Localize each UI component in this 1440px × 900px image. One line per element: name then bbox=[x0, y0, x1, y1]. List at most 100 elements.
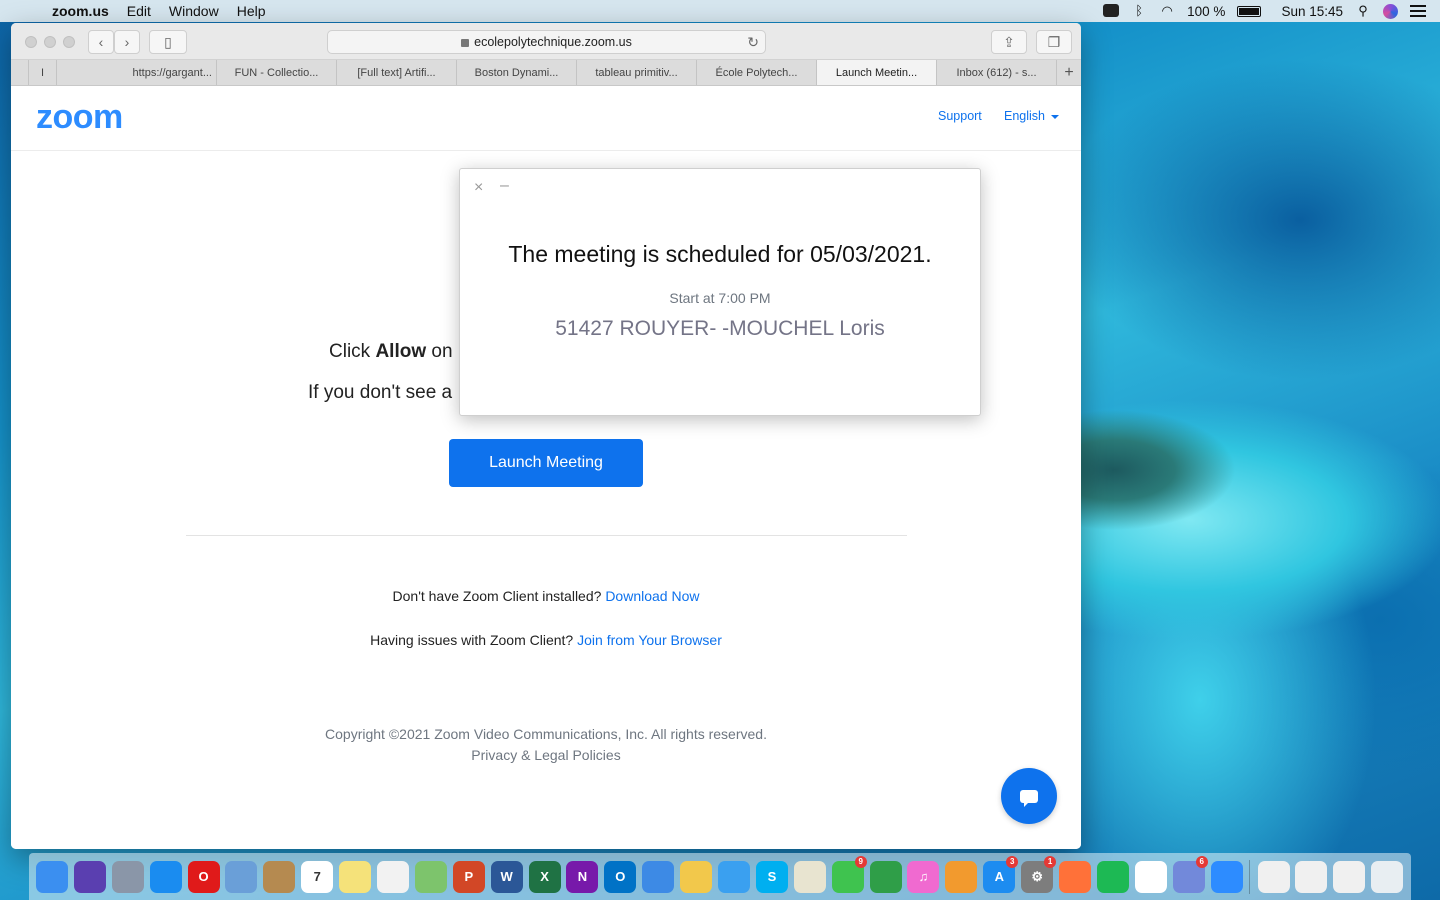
zoom-logo[interactable]: zoom bbox=[36, 98, 123, 137]
lock-icon bbox=[461, 39, 470, 47]
app-menu[interactable]: zoom.us bbox=[52, 3, 109, 19]
tab-fun[interactable]: FUN - Collectio... bbox=[217, 60, 337, 85]
excel-icon[interactable]: X bbox=[528, 860, 561, 893]
safari-icon[interactable] bbox=[149, 860, 182, 893]
join-from-browser-link[interactable]: Join from Your Browser bbox=[577, 632, 722, 648]
screen-record-icon[interactable] bbox=[1103, 4, 1120, 18]
browser-join-prompt: Having issues with Zoom Client? Join fro… bbox=[11, 632, 1081, 648]
tab-full-text[interactable]: [Full text] Artifi... bbox=[337, 60, 457, 85]
close-icon[interactable]: × bbox=[474, 179, 483, 197]
sidebar-icon: ▯ bbox=[164, 33, 172, 50]
tab-gargantua[interactable]: https://gargant... bbox=[57, 60, 217, 85]
zoom-window-button[interactable] bbox=[63, 36, 75, 48]
trash-icon[interactable] bbox=[1371, 860, 1404, 893]
forward-button[interactable]: › bbox=[114, 30, 140, 54]
discord-icon[interactable]: 6 bbox=[1172, 855, 1208, 893]
notification-badge: 3 bbox=[1006, 855, 1019, 868]
page-header: zoom Support English bbox=[11, 86, 1081, 151]
bluetooth-icon[interactable]: ᛒ bbox=[1131, 4, 1147, 18]
reload-icon[interactable]: ↻ bbox=[747, 34, 759, 51]
battery-icon[interactable] bbox=[1237, 5, 1262, 17]
system-preferences-icon[interactable]: ⚙ 1 bbox=[1021, 855, 1057, 893]
firefox-icon[interactable] bbox=[1059, 860, 1092, 893]
opera-icon[interactable]: O bbox=[187, 860, 220, 893]
tab-launch-meeting[interactable]: Launch Meetin... bbox=[817, 60, 937, 85]
tab-overview-button[interactable]: ❐ bbox=[1036, 30, 1072, 54]
siri-icon[interactable] bbox=[73, 860, 106, 893]
tab-pinned[interactable]: I bbox=[29, 60, 57, 85]
share-button[interactable]: ⇪ bbox=[991, 30, 1027, 54]
recent-document-2-icon[interactable] bbox=[1295, 860, 1328, 893]
launchpad-icon[interactable] bbox=[111, 860, 144, 893]
tab-ecole-polytechnique[interactable]: École Polytech... bbox=[697, 60, 817, 85]
support-link[interactable]: Support bbox=[938, 109, 982, 123]
copyright: Copyright ©2021 Zoom Video Communication… bbox=[325, 726, 767, 742]
tab-label: [Full text] Artifi... bbox=[357, 66, 436, 79]
tab-boston-dynamics[interactable]: Boston Dynami... bbox=[457, 60, 577, 85]
allow-text-post: on bbox=[426, 341, 453, 362]
preview-icon[interactable] bbox=[225, 860, 258, 893]
finder-icon[interactable] bbox=[36, 860, 68, 893]
keynote-icon[interactable] bbox=[642, 860, 675, 893]
battery-percent[interactable]: 100 % bbox=[1187, 4, 1225, 19]
itunes-icon[interactable]: ♫ bbox=[907, 860, 940, 893]
siri-menu-icon[interactable] bbox=[1383, 3, 1398, 19]
browser-join-text: Having issues with Zoom Client? bbox=[370, 632, 578, 648]
reminders-icon[interactable] bbox=[377, 860, 410, 893]
clock[interactable]: Sun 15:45 bbox=[1281, 4, 1343, 19]
tab-label: Launch Meetin... bbox=[835, 66, 918, 79]
recent-document-1-icon[interactable] bbox=[1257, 860, 1290, 893]
notification-center-icon[interactable] bbox=[1410, 5, 1426, 17]
download-prompt-text: Don't have Zoom Client installed? bbox=[392, 588, 606, 604]
zoom-icon[interactable] bbox=[1210, 860, 1243, 893]
menu-help[interactable]: Help bbox=[237, 3, 266, 19]
skype-icon[interactable]: S bbox=[755, 860, 788, 893]
powerpoint-icon[interactable]: P bbox=[452, 860, 485, 893]
word-icon[interactable]: W bbox=[490, 860, 523, 893]
wifi-icon[interactable]: ◠ bbox=[1159, 4, 1175, 18]
download-prompt: Don't have Zoom Client installed? Downlo… bbox=[11, 588, 1081, 604]
menu-edit[interactable]: Edit bbox=[127, 3, 151, 19]
onenote-icon[interactable]: N bbox=[566, 860, 599, 893]
plus-icon: + bbox=[1064, 63, 1074, 81]
tab-inbox[interactable]: Inbox (612) - s... bbox=[937, 60, 1057, 85]
allow-instruction: Click Allow on bbox=[329, 341, 453, 363]
back-button[interactable]: ‹ bbox=[88, 30, 114, 54]
spotify-icon[interactable] bbox=[1096, 860, 1129, 893]
tab-pinned[interactable] bbox=[11, 60, 29, 85]
photos-icon[interactable] bbox=[680, 860, 713, 893]
tab-tableau[interactable]: tableau primitiv... bbox=[577, 60, 697, 85]
launch-meeting-button[interactable]: Launch Meeting bbox=[449, 439, 643, 487]
sidebar-toggle-button[interactable]: ▯ bbox=[149, 30, 187, 54]
language-dropdown[interactable]: English bbox=[1004, 109, 1059, 123]
menu-window[interactable]: Window bbox=[169, 3, 219, 19]
messages-bubble-icon[interactable] bbox=[718, 860, 751, 893]
meeting-topic: 51427 ROUYER- -MOUCHEL Loris bbox=[555, 317, 885, 340]
download-now-link[interactable]: Download Now bbox=[605, 588, 699, 604]
allow-text-bold: Allow bbox=[375, 341, 427, 362]
chrome-icon[interactable] bbox=[1134, 860, 1167, 893]
notes-icon[interactable] bbox=[339, 860, 372, 893]
chat-support-button[interactable] bbox=[1001, 768, 1057, 824]
maps-icon[interactable] bbox=[414, 860, 447, 893]
script-editor-icon[interactable] bbox=[793, 860, 826, 893]
dock: O 7 P W X N O S 9 ♫ A 3 ⚙ 1 6 bbox=[29, 853, 1411, 900]
address-bar[interactable]: ecolepolytechnique.zoom.us ↻ bbox=[327, 30, 766, 54]
recent-document-3-icon[interactable] bbox=[1333, 860, 1366, 893]
close-window-button[interactable] bbox=[25, 36, 37, 48]
minimize-icon[interactable]: – bbox=[500, 177, 509, 195]
outlook-icon[interactable]: O bbox=[604, 860, 637, 893]
calendar-icon[interactable]: 7 bbox=[301, 860, 334, 893]
facetime-icon[interactable]: 9 bbox=[831, 855, 867, 893]
new-tab-button[interactable]: + bbox=[1057, 60, 1081, 85]
notefile-icon[interactable] bbox=[263, 860, 296, 893]
books-icon[interactable] bbox=[945, 860, 978, 893]
share-icon: ⇪ bbox=[1003, 33, 1015, 50]
spotlight-search-icon[interactable]: ⚲ bbox=[1355, 4, 1371, 18]
privacy-link[interactable]: Privacy & Legal Policies bbox=[11, 747, 1081, 763]
language-label: English bbox=[1004, 109, 1045, 123]
minimize-window-button[interactable] bbox=[44, 36, 56, 48]
tab-label: Inbox (612) - s... bbox=[956, 66, 1037, 79]
numbers-icon[interactable] bbox=[869, 860, 902, 893]
app-store-icon[interactable]: A3 bbox=[983, 855, 1019, 893]
